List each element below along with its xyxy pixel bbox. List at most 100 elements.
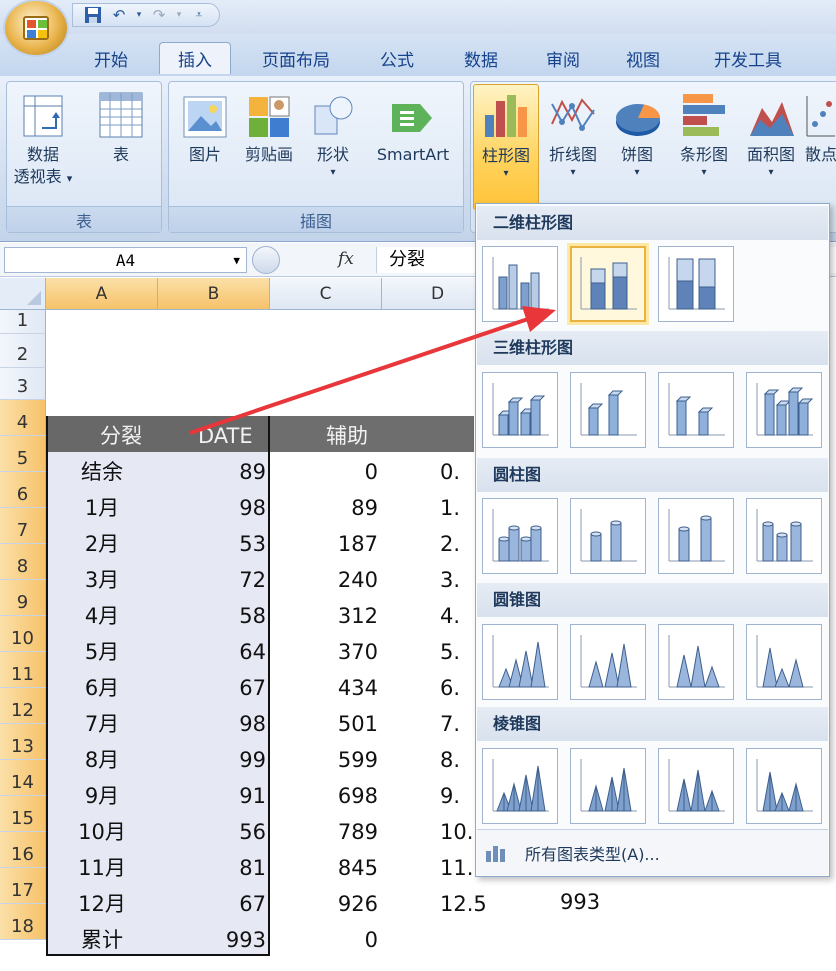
cell-c11[interactable]: 434 [270, 670, 378, 706]
name-box-dropdown-icon[interactable]: ▼ [233, 254, 240, 267]
cell-b10[interactable]: 64 [158, 634, 266, 670]
cell-b12[interactable]: 98 [158, 706, 266, 742]
table-button[interactable]: 表 [93, 84, 149, 196]
row-header-11[interactable]: 11 [0, 652, 46, 688]
row-header-1[interactable]: 1 [0, 310, 46, 334]
cell-b15[interactable]: 56 [158, 814, 266, 850]
row-header-9[interactable]: 9 [0, 580, 46, 616]
undo-dropdown-icon[interactable]: ▾ [135, 6, 143, 24]
chart-option-pyr-4[interactable] [746, 748, 822, 824]
bar-chart-button[interactable]: 条形图 ▾ [671, 84, 737, 196]
row-header-5[interactable]: 5 [0, 436, 46, 472]
pie-chart-button[interactable]: 饼图 ▾ [607, 84, 667, 196]
all-chart-types-button[interactable]: 所有图表类型(A)... [477, 829, 828, 875]
select-all-corner[interactable] [0, 278, 46, 310]
cell-a12[interactable]: 7月 [46, 706, 158, 742]
row-header-18[interactable]: 18 [0, 904, 46, 940]
redo-dropdown-icon[interactable]: ▾ [175, 6, 183, 24]
clipart-button[interactable]: 剪贴画 [239, 84, 299, 196]
cell-a11[interactable]: 6月 [46, 670, 158, 706]
chart-option-cone-4[interactable] [746, 624, 822, 700]
picture-button[interactable]: 图片 [175, 84, 235, 196]
header-cell-c4[interactable]: 辅助 [326, 418, 368, 454]
chart-option-bar2d-1[interactable] [482, 246, 558, 322]
cell-a8[interactable]: 3月 [46, 562, 158, 598]
office-button[interactable] [5, 1, 67, 55]
cell-b11[interactable]: 67 [158, 670, 266, 706]
cell-a10[interactable]: 5月 [46, 634, 158, 670]
chart-option-pyr-3[interactable] [658, 748, 734, 824]
column-chart-button[interactable]: 柱形图 ▾ [473, 84, 539, 210]
cell-a5[interactable]: 结余 [46, 454, 158, 490]
cell-b5[interactable]: 89 [158, 454, 266, 490]
tab-view[interactable]: 视图 [612, 42, 674, 74]
header-cell-a4[interactable]: 分裂 [100, 418, 142, 454]
chart-option-bar3d-3[interactable] [658, 372, 734, 448]
row-header-12[interactable]: 12 [0, 688, 46, 724]
chart-option-bar3d-4[interactable] [746, 372, 822, 448]
area-chart-button[interactable]: 面积图 ▾ [739, 84, 803, 196]
cell-c9[interactable]: 312 [270, 598, 378, 634]
insert-function-icon[interactable]: fx [338, 249, 354, 269]
customize-qat-icon[interactable]: ⩡ [189, 6, 209, 24]
cell-c7[interactable]: 187 [270, 526, 378, 562]
chart-option-cone-1[interactable] [482, 624, 558, 700]
cell-a17[interactable]: 12月 [46, 886, 158, 922]
row-header-13[interactable]: 13 [0, 724, 46, 760]
col-header-b[interactable]: B [158, 278, 270, 310]
row-header-6[interactable]: 6 [0, 472, 46, 508]
cell-d17[interactable]: 12.5 [440, 886, 500, 922]
redo-icon[interactable]: ↷ [149, 6, 169, 24]
chart-option-cyl-2[interactable] [570, 498, 646, 574]
cell-b16[interactable]: 81 [158, 850, 266, 886]
cell-b14[interactable]: 91 [158, 778, 266, 814]
chart-option-bar3d-2[interactable] [570, 372, 646, 448]
row-header-15[interactable]: 15 [0, 796, 46, 832]
chart-option-bar2d-2[interactable] [570, 246, 646, 322]
cell-a13[interactable]: 8月 [46, 742, 158, 778]
cell-c14[interactable]: 698 [270, 778, 378, 814]
row-header-17[interactable]: 17 [0, 868, 46, 904]
cell-c16[interactable]: 845 [270, 850, 378, 886]
cell-b9[interactable]: 58 [158, 598, 266, 634]
chart-option-cyl-3[interactable] [658, 498, 734, 574]
cell-b18[interactable]: 993 [158, 922, 266, 958]
chart-option-cone-3[interactable] [658, 624, 734, 700]
cell-c5[interactable]: 0 [270, 454, 378, 490]
name-box[interactable]: A4 ▼ [4, 247, 247, 273]
row-header-16[interactable]: 16 [0, 832, 46, 868]
cell-a6[interactable]: 1月 [46, 490, 158, 526]
save-icon[interactable] [83, 6, 103, 24]
shapes-button[interactable]: 形状 ▾ [305, 84, 361, 196]
chart-option-pyr-2[interactable] [570, 748, 646, 824]
smartart-button[interactable]: SmartArt [367, 84, 459, 196]
header-cell-b4[interactable]: DATE [198, 418, 253, 454]
cell-c8[interactable]: 240 [270, 562, 378, 598]
chart-option-bar2d-3[interactable] [658, 246, 734, 322]
chart-option-bar3d-1[interactable] [482, 372, 558, 448]
row-header-4[interactable]: 4 [0, 400, 46, 436]
cell-a9[interactable]: 4月 [46, 598, 158, 634]
undo-icon[interactable]: ↶ [109, 6, 129, 24]
chart-option-cyl-1[interactable] [482, 498, 558, 574]
cell-a18[interactable]: 累计 [46, 922, 158, 958]
pivottable-button[interactable]: 数据 透视表 ▾ [11, 84, 75, 196]
cell-c10[interactable]: 370 [270, 634, 378, 670]
row-header-3[interactable]: 3 [0, 368, 46, 400]
col-header-a[interactable]: A [46, 278, 158, 310]
chart-option-pyr-1[interactable] [482, 748, 558, 824]
row-header-7[interactable]: 7 [0, 508, 46, 544]
chart-option-cyl-4[interactable] [746, 498, 822, 574]
col-header-c[interactable]: C [270, 278, 382, 310]
cell-e17[interactable]: 993 [560, 884, 600, 920]
tab-page-layout[interactable]: 页面布局 [248, 42, 344, 74]
row-header-14[interactable]: 14 [0, 760, 46, 796]
chart-option-cone-2[interactable] [570, 624, 646, 700]
row-header-10[interactable]: 10 [0, 616, 46, 652]
row-header-2[interactable]: 2 [0, 334, 46, 368]
cell-c12[interactable]: 501 [270, 706, 378, 742]
cell-b7[interactable]: 53 [158, 526, 266, 562]
cell-c18[interactable]: 0 [270, 922, 378, 958]
cell-a14[interactable]: 9月 [46, 778, 158, 814]
line-chart-button[interactable]: 折线图 ▾ [541, 84, 605, 196]
